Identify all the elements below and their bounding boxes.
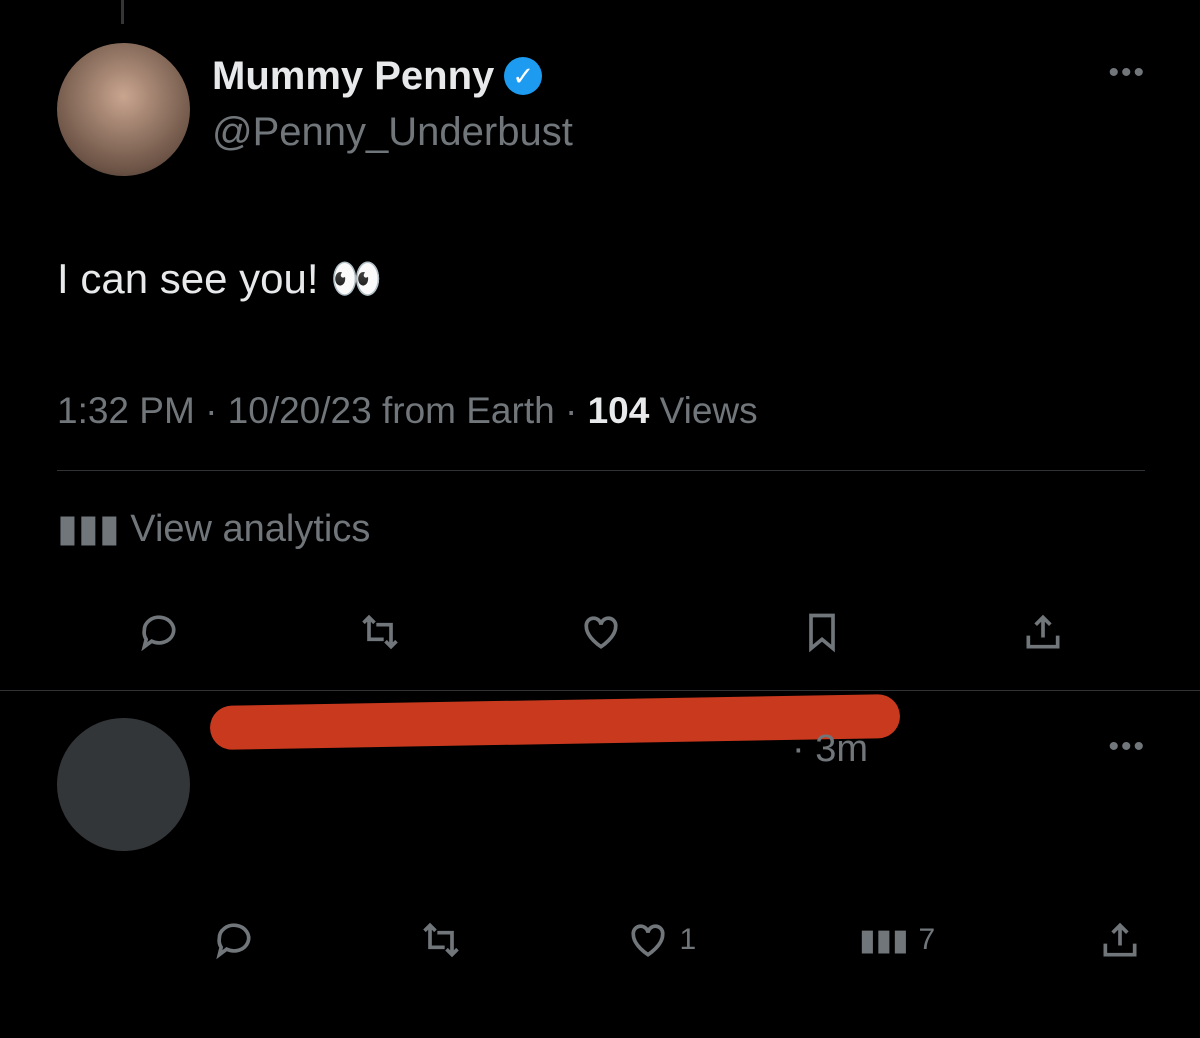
like-icon [631,924,665,957]
tweet-actions [57,610,1145,654]
bookmark-icon[interactable] [800,610,844,654]
handle[interactable]: @Penny_Underbust [212,110,573,155]
avatar[interactable] [57,43,190,176]
display-name[interactable]: Mummy Penny ✓ [212,54,543,99]
analytics-icon: ▮▮▮ [858,923,909,957]
reply-avatar[interactable] [57,718,190,851]
retweet-icon[interactable] [358,610,402,654]
like-button[interactable]: 1 [626,918,697,962]
view-analytics-link[interactable]: ▮▮▮ View analytics [57,506,370,551]
like-icon[interactable] [579,610,623,654]
divider [0,690,1200,691]
tweet-meta: 1:32 PM · 10/20/23 from Earth · 104 View… [57,390,758,431]
divider [57,470,1145,471]
retweet-icon[interactable] [419,918,463,962]
thread-line [121,0,124,24]
share-icon[interactable] [1021,610,1065,654]
more-icon[interactable]: ••• [1108,56,1146,90]
tweet-text: I can see you! 👀 [57,255,383,302]
views-button[interactable]: ▮▮▮ 7 [859,923,935,958]
reply-icon[interactable] [212,918,256,962]
reply-icon[interactable] [137,610,181,654]
verified-icon: ✓ [504,57,543,95]
reply-time: · 3m [792,728,868,770]
share-icon[interactable] [1098,918,1142,962]
view-count: 7 [918,923,936,956]
like-count: 1 [679,923,697,956]
reply-more-icon[interactable]: ••• [1108,730,1146,764]
reply-actions: 1 ▮▮▮ 7 [212,918,1142,962]
